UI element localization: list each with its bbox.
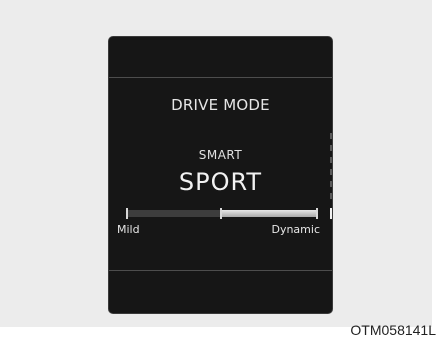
gauge-tick-end bbox=[316, 208, 318, 219]
gauge-label-dynamic: Dynamic bbox=[271, 223, 320, 236]
top-divider bbox=[109, 77, 332, 78]
driving-style-gauge bbox=[126, 208, 320, 219]
gauge-tick-fill-start bbox=[220, 208, 222, 219]
gauge-tick-start bbox=[126, 208, 128, 219]
scroll-track bbox=[330, 133, 332, 205]
cluster-display: DRIVE MODE SMART SPORT Mild Dynamic bbox=[108, 36, 333, 314]
gauge-fill bbox=[220, 210, 318, 217]
active-mode-label: SPORT bbox=[178, 168, 263, 196]
drive-mode-title: DRIVE MODE bbox=[171, 96, 270, 114]
figure-code: OTM058141L bbox=[350, 322, 436, 338]
gauge-label-mild: Mild bbox=[117, 223, 140, 236]
bottom-divider bbox=[109, 270, 332, 271]
submode-label: SMART bbox=[198, 148, 243, 162]
scroll-position-marker bbox=[330, 208, 332, 219]
